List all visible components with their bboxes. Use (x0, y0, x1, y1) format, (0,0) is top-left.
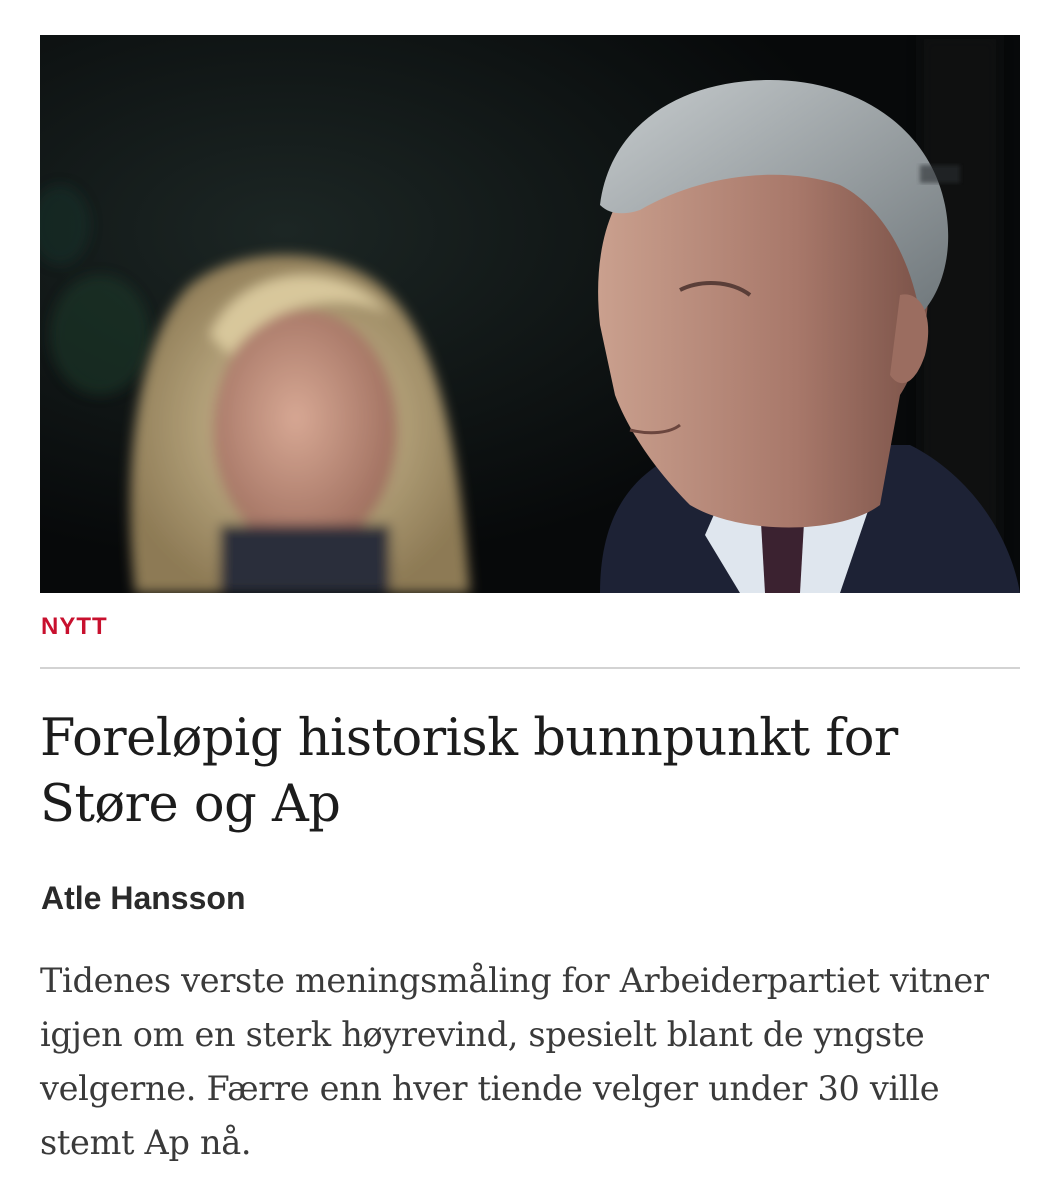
article-author[interactable]: Atle Hansson (41, 880, 245, 917)
article-page: NYTT Foreløpig historisk bunnpunkt for S… (0, 0, 1060, 1200)
article-lede: Tidenes verste meningsmåling for Arbeide… (40, 961, 989, 1162)
section-label[interactable]: NYTT (41, 613, 108, 641)
article-hero-image[interactable] (40, 35, 1020, 593)
article-headline[interactable]: Foreløpig historisk bunnpunkt for Støre … (40, 706, 1020, 838)
photo-man-and-woman (40, 35, 1020, 593)
divider (40, 667, 1020, 669)
